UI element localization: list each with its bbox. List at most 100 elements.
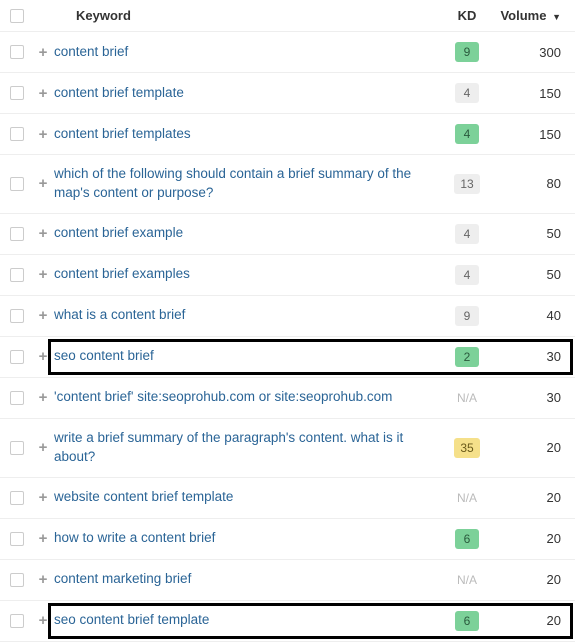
keyword-cell: write a brief summary of the paragraph's… xyxy=(54,429,441,467)
table-row: +website content brief templateN/A20 xyxy=(0,478,575,519)
keyword-cell: what is a content brief xyxy=(54,306,441,325)
row-checkbox[interactable] xyxy=(10,532,24,546)
row-checkbox[interactable] xyxy=(10,573,24,587)
expand-icon[interactable]: + xyxy=(32,225,54,242)
kd-badge: N/A xyxy=(455,388,479,408)
row-checkbox[interactable] xyxy=(10,441,24,455)
keyword-link[interactable]: seo content brief xyxy=(54,347,154,366)
expand-icon[interactable]: + xyxy=(32,44,54,61)
kd-badge: N/A xyxy=(455,570,479,590)
row-checkbox-cell xyxy=(10,127,32,141)
kd-badge: N/A xyxy=(455,488,479,508)
table-row: +what is a content brief 9 40 xyxy=(0,296,575,337)
expand-icon[interactable]: + xyxy=(32,126,54,143)
expand-icon[interactable]: + xyxy=(32,85,54,102)
table-row: +content brief examples450 xyxy=(0,255,575,296)
keyword-link[interactable]: content brief template xyxy=(54,84,184,103)
keyword-cell: content brief examples xyxy=(54,265,441,284)
keyword-link[interactable]: 'content brief' site:seoprohub.com or si… xyxy=(54,388,392,407)
select-all-checkbox[interactable] xyxy=(10,9,24,23)
table-row: +how to write a content brief620 xyxy=(0,519,575,560)
volume-cell: 20 xyxy=(493,572,565,587)
keyword-link[interactable]: website content brief template xyxy=(54,488,233,507)
row-checkbox-cell xyxy=(10,391,32,405)
volume-cell: 300 xyxy=(493,45,565,60)
keyword-link[interactable]: content brief templates xyxy=(54,125,191,144)
keyword-table: Keyword KD Volume ▼ +content brief9300+c… xyxy=(0,0,575,642)
expand-icon[interactable]: + xyxy=(32,389,54,406)
header-kd[interactable]: KD xyxy=(441,8,493,23)
table-row: +seo content brief template620 xyxy=(0,601,575,642)
row-checkbox[interactable] xyxy=(10,86,24,100)
table-row: +write a brief summary of the paragraph'… xyxy=(0,419,575,478)
keyword-link[interactable]: seo content brief template xyxy=(54,611,209,630)
keyword-cell: 'content brief' site:seoprohub.com or si… xyxy=(54,388,441,407)
row-checkbox-cell xyxy=(10,441,32,455)
kd-badge: 9 xyxy=(455,42,479,62)
row-checkbox-cell xyxy=(10,227,32,241)
row-checkbox[interactable] xyxy=(10,127,24,141)
row-checkbox[interactable] xyxy=(10,350,24,364)
sort-desc-icon: ▼ xyxy=(552,12,561,22)
keyword-link[interactable]: write a brief summary of the paragraph's… xyxy=(54,429,431,467)
header-volume[interactable]: Volume ▼ xyxy=(493,8,565,23)
expand-icon[interactable]: + xyxy=(32,175,54,192)
kd-badge: 9 xyxy=(455,306,479,326)
row-checkbox[interactable] xyxy=(10,491,24,505)
volume-cell: 80 xyxy=(493,176,565,191)
expand-icon[interactable]: + xyxy=(32,266,54,283)
expand-icon[interactable]: + xyxy=(32,348,54,365)
row-checkbox[interactable] xyxy=(10,614,24,628)
keyword-link[interactable]: content brief xyxy=(54,43,128,62)
row-checkbox[interactable] xyxy=(10,268,24,282)
row-checkbox-cell xyxy=(10,177,32,191)
table-row: +seo content brief 230 xyxy=(0,337,575,378)
volume-cell: 30 xyxy=(493,349,565,364)
expand-icon[interactable]: + xyxy=(32,439,54,456)
kd-badge: 4 xyxy=(455,124,479,144)
expand-icon[interactable]: + xyxy=(32,571,54,588)
expand-icon[interactable]: + xyxy=(32,489,54,506)
row-checkbox-cell xyxy=(10,309,32,323)
row-checkbox-cell xyxy=(10,350,32,364)
row-checkbox[interactable] xyxy=(10,45,24,59)
kd-cell: 2 xyxy=(441,347,493,367)
row-checkbox[interactable] xyxy=(10,309,24,323)
expand-icon[interactable]: + xyxy=(32,530,54,547)
row-checkbox-cell xyxy=(10,268,32,282)
kd-badge: 4 xyxy=(455,83,479,103)
keyword-cell: content brief templates xyxy=(54,125,441,144)
kd-cell: 9 xyxy=(441,306,493,326)
kd-cell: 4 xyxy=(441,124,493,144)
table-row: +content marketing brief N/A 20 xyxy=(0,560,575,601)
table-row: +content brief template4150 xyxy=(0,73,575,114)
keyword-cell: content brief xyxy=(54,43,441,62)
kd-cell: 4 xyxy=(441,224,493,244)
row-checkbox-cell xyxy=(10,491,32,505)
table-row: +content brief templates 4 150 xyxy=(0,114,575,155)
keyword-link[interactable]: what is a content brief xyxy=(54,306,185,325)
kd-cell: N/A xyxy=(441,388,493,408)
expand-icon[interactable]: + xyxy=(32,307,54,324)
keyword-cell: content brief example xyxy=(54,224,441,243)
keyword-link[interactable]: content marketing brief xyxy=(54,570,191,589)
table-header-row: Keyword KD Volume ▼ xyxy=(0,0,575,32)
keyword-link[interactable]: how to write a content brief xyxy=(54,529,215,548)
header-keyword[interactable]: Keyword xyxy=(32,8,441,23)
volume-cell: 40 xyxy=(493,308,565,323)
row-checkbox-cell xyxy=(10,573,32,587)
row-checkbox[interactable] xyxy=(10,227,24,241)
table-row: +'content brief' site:seoprohub.com or s… xyxy=(0,378,575,419)
volume-cell: 20 xyxy=(493,531,565,546)
kd-badge: 13 xyxy=(454,174,479,194)
kd-badge: 6 xyxy=(455,611,479,631)
keyword-link[interactable]: content brief examples xyxy=(54,265,190,284)
kd-cell: 35 xyxy=(441,438,493,458)
row-checkbox[interactable] xyxy=(10,177,24,191)
kd-cell: 6 xyxy=(441,611,493,631)
keyword-link[interactable]: content brief example xyxy=(54,224,183,243)
keyword-link[interactable]: which of the following should contain a … xyxy=(54,165,431,203)
volume-cell: 150 xyxy=(493,127,565,142)
row-checkbox[interactable] xyxy=(10,391,24,405)
kd-cell: 9 xyxy=(441,42,493,62)
